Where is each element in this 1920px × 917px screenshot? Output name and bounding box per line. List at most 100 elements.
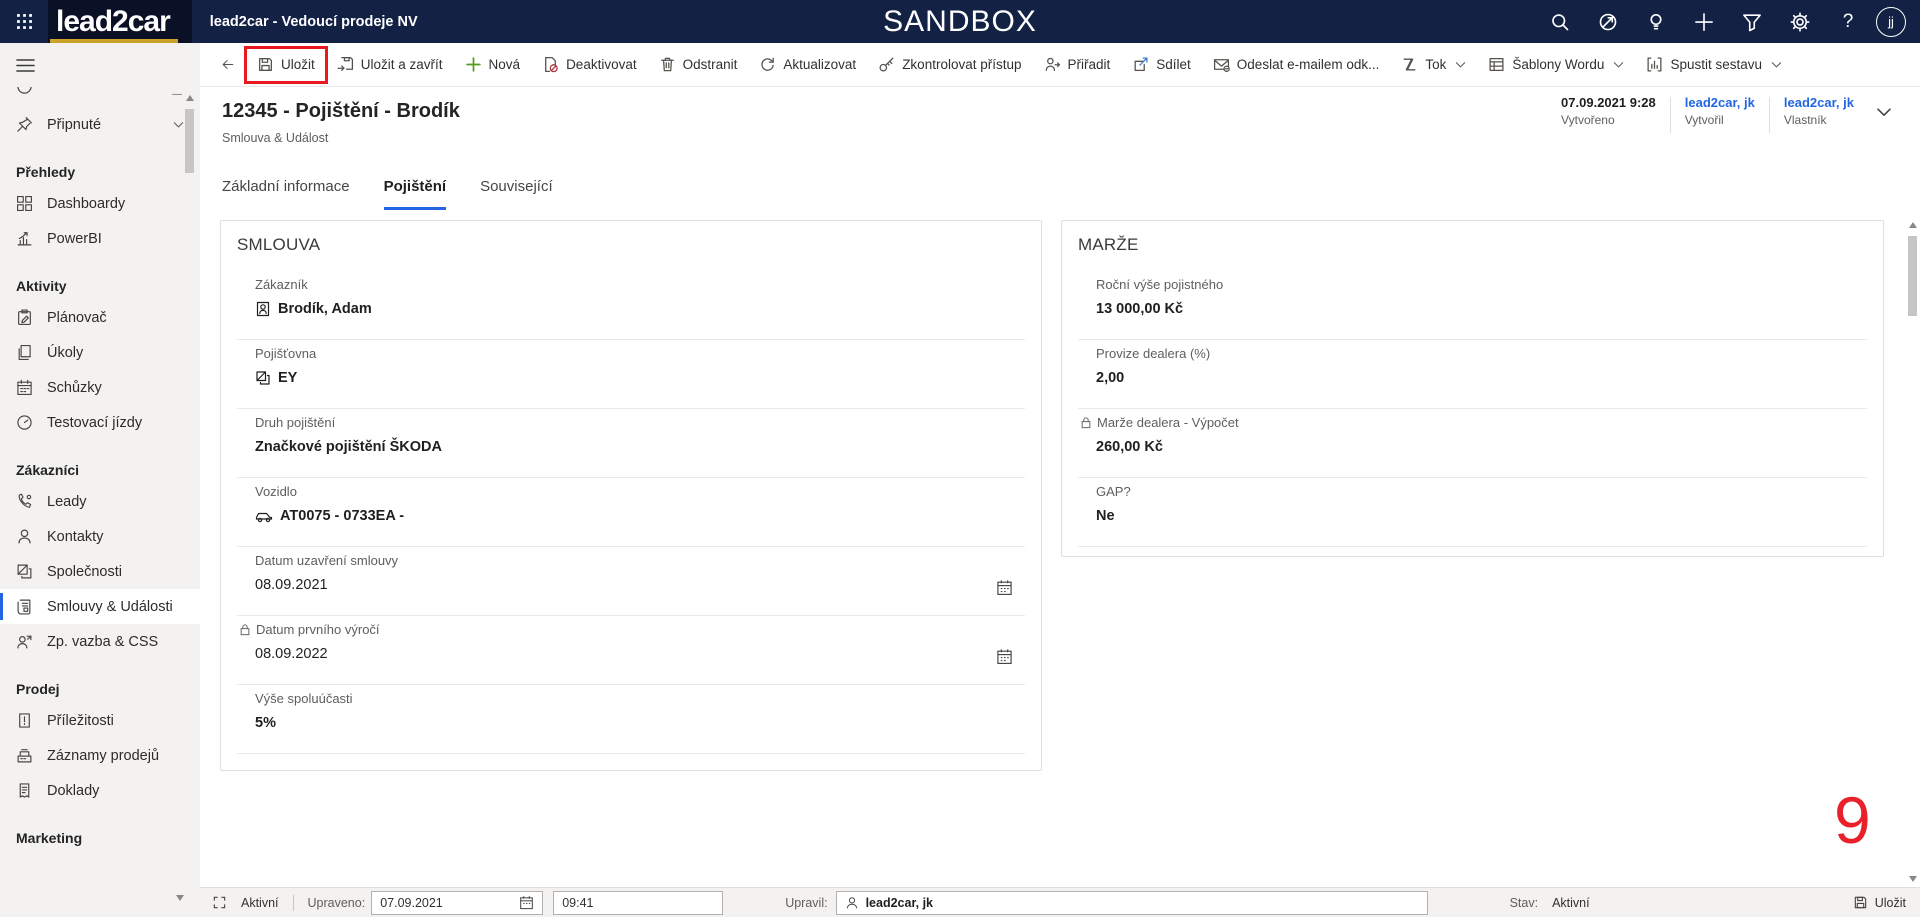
sidebar-item-testovaci-jizdy[interactable]: Testovací jízdy: [0, 405, 200, 440]
save-and-close-button[interactable]: Uložit a zavřít: [326, 43, 454, 87]
sidebar-group-prodej: Prodej: [16, 681, 60, 697]
car-icon: [255, 512, 273, 523]
assign-button[interactable]: Přiřadit: [1033, 43, 1122, 87]
sidebar-item-planovac[interactable]: Plánovač: [0, 300, 200, 335]
field-marze-dealera-vypocet[interactable]: Marže dealera - Výpočet 260,00 Kč: [1078, 409, 1867, 478]
calendar-picker-icon[interactable]: [996, 648, 1013, 670]
created-by-label: Vytvořil: [1684, 113, 1724, 127]
field-rocni-vyse-pojistneho[interactable]: Roční výše pojistného 13 000,00 Kč: [1078, 271, 1867, 340]
sidebar-item-schuzky[interactable]: Schůzky: [0, 370, 200, 405]
sidebar-item-recent-clipped[interactable]: —: [0, 87, 200, 107]
field-gap[interactable]: GAP? Ne: [1078, 478, 1867, 547]
scrollbar-thumb[interactable]: [185, 109, 194, 173]
expand-icon[interactable]: [212, 895, 227, 910]
back-button[interactable]: [210, 43, 246, 87]
waffle-menu-icon[interactable]: [0, 0, 48, 43]
run-report-button[interactable]: Spustit sestavu: [1635, 43, 1793, 87]
section-marze: MARŽE Roční výše pojistného 13 000,00 Kč…: [1061, 220, 1884, 557]
scroll-up-arrow[interactable]: [186, 95, 194, 101]
save-button[interactable]: Uložit: [244, 43, 328, 87]
pin-icon: [16, 116, 33, 133]
sidebar-item-prilezitosti[interactable]: Příležitosti: [0, 703, 200, 738]
lightbulb-icon[interactable]: [1636, 0, 1676, 43]
user-avatar[interactable]: jj: [1876, 6, 1906, 37]
tab-pojisteni[interactable]: Pojištění: [383, 178, 447, 210]
modified-time-input[interactable]: 09:41: [553, 890, 724, 915]
record-status: Aktivní: [241, 895, 279, 910]
flow-button[interactable]: Tok: [1390, 43, 1477, 87]
sidebar-item-zp-vazba-css[interactable]: Zp. vazba & CSS: [0, 624, 200, 659]
field-provize-dealera[interactable]: Provize dealera (%) 2,00: [1078, 340, 1867, 409]
contact-badge-icon: [256, 301, 270, 317]
filter-icon[interactable]: [1732, 0, 1772, 43]
modified-by-input[interactable]: lead2car, jk: [835, 890, 1428, 915]
word-templates-button[interactable]: Šablony Wordu: [1477, 43, 1635, 87]
form-tabs: Základní informace Pojištění Související: [222, 178, 553, 210]
search-icon[interactable]: [1540, 0, 1580, 43]
field-pojistovna[interactable]: Pojišťovna EY: [237, 340, 1025, 409]
settings-gear-icon[interactable]: [1780, 0, 1820, 43]
calendar-picker-icon[interactable]: [996, 579, 1013, 601]
lock-icon: [240, 624, 250, 636]
owner-link[interactable]: lead2car, jk: [1784, 95, 1854, 110]
company-badge-icon: [256, 371, 270, 385]
scrollbar-thumb[interactable]: [1908, 236, 1917, 316]
sidebar-item-zaznamy-prodeju[interactable]: Záznamy prodejů: [0, 738, 200, 773]
delete-button[interactable]: Odstranit: [648, 43, 749, 87]
sidebar-item-leady[interactable]: Leady: [0, 484, 200, 519]
field-zakaznik[interactable]: Zákazník Brodík, Adam: [237, 271, 1025, 340]
created-by-link[interactable]: lead2car, jk: [1685, 95, 1755, 110]
section-title: MARŽE: [1078, 235, 1139, 254]
email-link-button[interactable]: Odeslat e-mailem odk...: [1202, 43, 1391, 87]
record-header-fields: 07.09.2021 9:28 Vytvořeno lead2car, jk V…: [1547, 95, 1892, 133]
tab-souvisejici[interactable]: Související: [480, 178, 553, 210]
cash-register-icon: [16, 747, 33, 764]
scroll-up-arrow[interactable]: [1909, 222, 1917, 228]
record-title: 12345 - Pojištění - Brodík: [222, 100, 460, 122]
receipt-icon: [16, 782, 33, 799]
refresh-button[interactable]: Aktualizovat: [748, 43, 867, 87]
state-label: Stav:: [1509, 895, 1539, 910]
created-on-value: 07.09.2021 9:28: [1561, 95, 1656, 110]
sidebar-item-ukoly[interactable]: Úkoly: [0, 335, 200, 370]
help-icon[interactable]: ?: [1828, 0, 1868, 43]
header-expand-chevron-icon[interactable]: [1876, 105, 1892, 123]
contract-scroll-icon: [16, 598, 33, 615]
field-datum-prvniho-vyroci[interactable]: Datum prvního výročí 08.09.2022: [237, 616, 1025, 685]
sidebar-item-pinned[interactable]: Připnuté: [0, 107, 200, 142]
field-datum-uzavreni[interactable]: Datum uzavření smlouvy 08.09.2021: [237, 547, 1025, 616]
deactivate-button[interactable]: Deaktivovat: [531, 43, 648, 87]
share-button[interactable]: Sdílet: [1121, 43, 1202, 87]
field-druh-pojisteni[interactable]: Druh pojištění Značkové pojištění ŠKODA: [237, 409, 1025, 478]
sidebar-item-spolecnosti[interactable]: Společnosti: [0, 554, 200, 589]
tab-zakladni-informace[interactable]: Základní informace: [222, 178, 350, 210]
sidebar-item-dashboardy[interactable]: Dashboardy: [0, 186, 200, 221]
sidebar-item-powerbi[interactable]: PowerBI: [0, 221, 200, 256]
plus-icon[interactable]: [1684, 0, 1724, 43]
compass-icon[interactable]: [1588, 0, 1628, 43]
sidebar-item-smlouvy-udalosti[interactable]: Smlouvy & Události: [0, 589, 200, 624]
app-title[interactable]: lead2car - Vedoucí prodeje NV: [210, 14, 418, 30]
scroll-down-arrow[interactable]: [176, 895, 184, 901]
brand-logo[interactable]: lead2car: [48, 0, 192, 43]
owner-label: Vlastník: [1783, 113, 1827, 127]
sidebar-item-doklady[interactable]: Doklady: [0, 773, 200, 808]
sidebar-group-marketing: Marketing: [16, 830, 83, 846]
hamburger-menu-icon[interactable]: [0, 43, 200, 87]
field-vozidlo[interactable]: Vozidlo AT0075 - 0733EA -: [237, 478, 1025, 547]
page-scrollbar[interactable]: [1907, 222, 1919, 882]
divider: [292, 894, 294, 911]
section-title: SMLOUVA: [237, 235, 321, 254]
check-access-button[interactable]: Zkontrolovat přístup: [867, 43, 1032, 87]
chevron-down-icon[interactable]: [173, 116, 184, 134]
field-vyse-spoluucasti[interactable]: Výše spoluúčasti 5%: [237, 685, 1025, 754]
command-bar: Uložit Uložit a zavřít Nová Deaktivovat …: [200, 43, 1920, 87]
document-exclamation-icon: [16, 712, 33, 729]
sidebar-item-kontakty[interactable]: Kontakty: [0, 519, 200, 554]
gauge-icon: [16, 414, 33, 431]
modified-date-input[interactable]: 07.09.2021: [371, 890, 544, 915]
scroll-down-arrow[interactable]: [1909, 876, 1917, 882]
footer-save-button[interactable]: Uložit: [1853, 895, 1906, 910]
lock-icon: [1081, 417, 1091, 429]
new-button[interactable]: Nová: [454, 43, 532, 87]
